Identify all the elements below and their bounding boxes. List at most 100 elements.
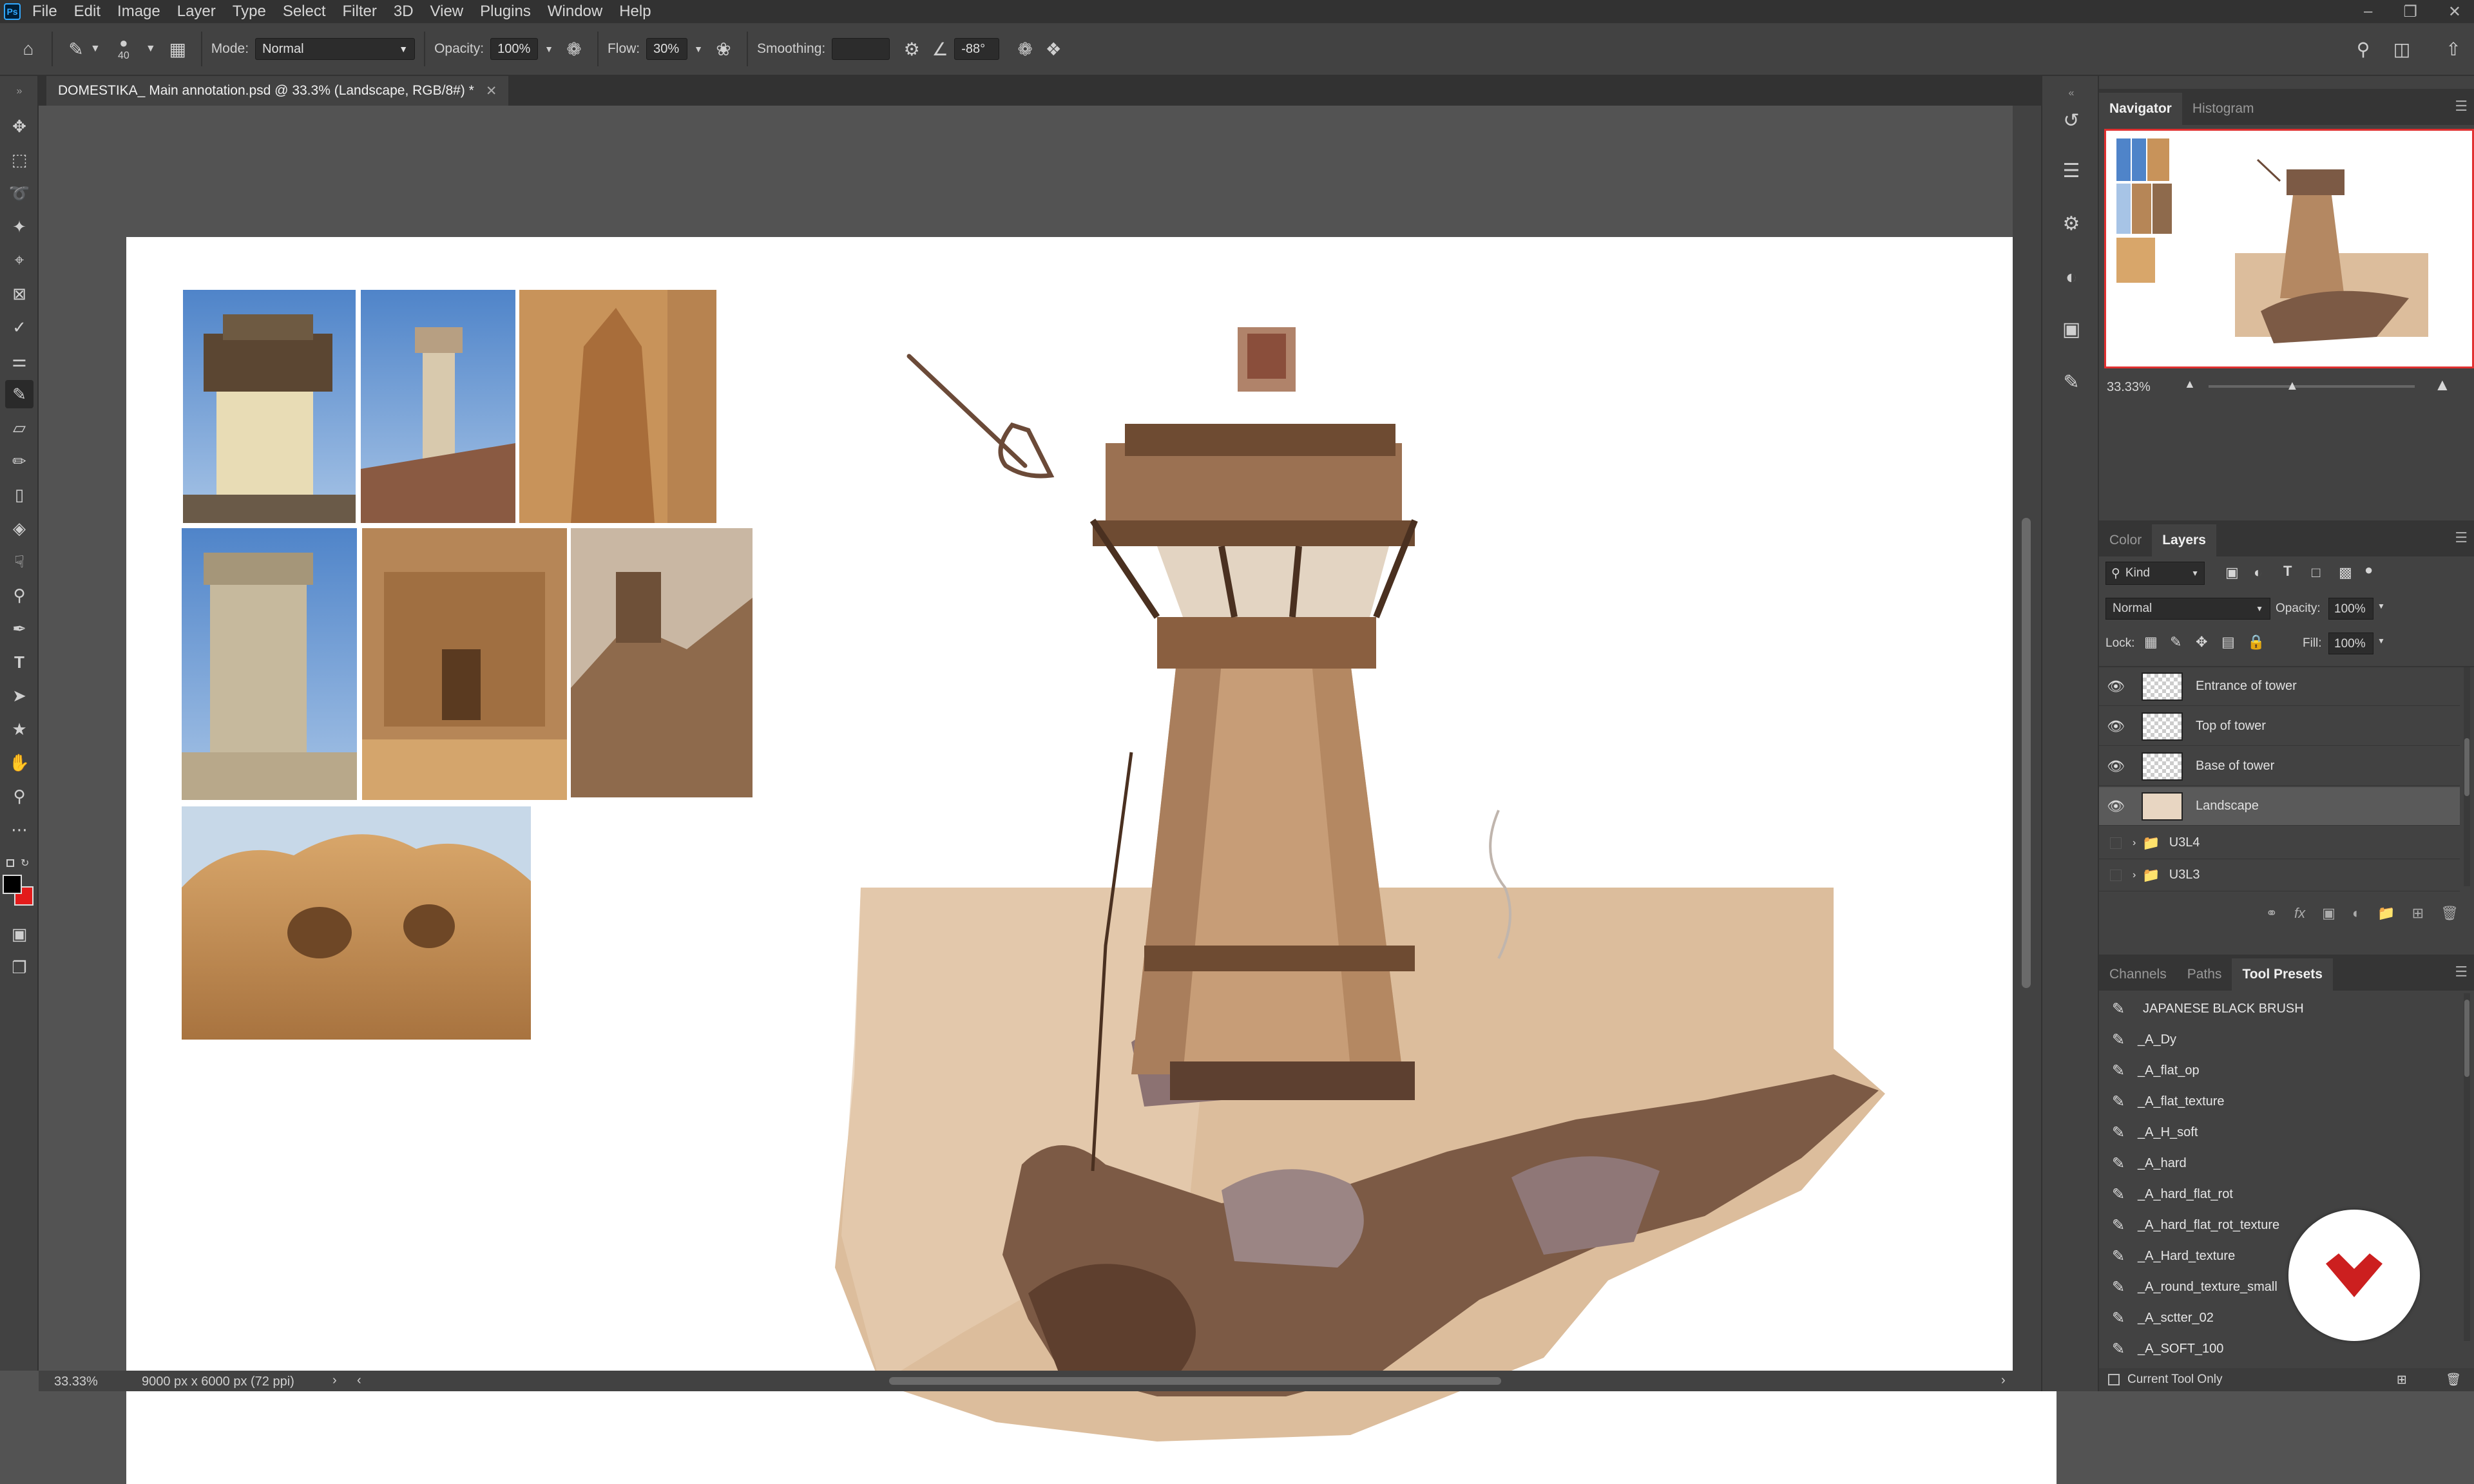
type-tool-icon[interactable]: T <box>5 648 34 676</box>
opacity-input[interactable]: 100% <box>490 38 539 60</box>
preset-item[interactable]: ✎ _A_Dy <box>2099 1024 2460 1055</box>
smudge-tool-icon[interactable]: ☟ <box>5 547 34 576</box>
current-tool-only-checkbox[interactable] <box>2108 1374 2120 1385</box>
mode-select[interactable]: Normal ▼ <box>255 38 416 60</box>
eyedropper-tool-icon[interactable]: ✓ <box>5 313 34 341</box>
filter-toggle-icon[interactable]: ● <box>2364 562 2373 578</box>
chevron-down-icon[interactable]: ▼ <box>544 44 553 54</box>
airbrush-icon[interactable]: ❀ <box>709 35 738 63</box>
navigator-zoom-value[interactable]: 33.33% <box>2107 380 2151 395</box>
trash-icon[interactable]: 🗑 <box>2446 1372 2461 1387</box>
minimize-icon[interactable]: – <box>2364 3 2372 21</box>
tab-color[interactable]: Color <box>2099 524 2152 556</box>
scroll-right-icon[interactable]: › <box>2001 1373 2006 1388</box>
properties-panel-icon[interactable]: ⚙ <box>2057 209 2086 238</box>
menu-edit[interactable]: Edit <box>74 3 101 21</box>
menu-layer[interactable]: Layer <box>177 3 216 21</box>
default-colors-icon[interactable] <box>6 859 14 867</box>
more-tools-icon[interactable]: ⋯ <box>5 815 34 844</box>
move-tool-icon[interactable]: ✥ <box>5 112 34 140</box>
eraser-tool-icon[interactable]: ▯ <box>5 480 34 509</box>
menu-type[interactable]: Type <box>233 3 266 21</box>
fill-input[interactable]: 100% <box>2328 633 2373 654</box>
navigator-preview[interactable] <box>2104 129 2474 368</box>
layer-group-row[interactable]: › 📁 U3L4 <box>2099 827 2460 859</box>
close-tab-icon[interactable]: ✕ <box>486 83 497 99</box>
tab-layers[interactable]: Layers <box>2152 524 2216 556</box>
preset-item[interactable]: ✎ _A_flat_op <box>2099 1055 2460 1086</box>
zoom-slider-handle[interactable]: ▲ <box>2286 379 2299 394</box>
preset-item[interactable]: ✎ _A_hard <box>2099 1148 2460 1179</box>
eye-icon[interactable]: 👁 <box>2099 798 2133 815</box>
lock-transparency-icon[interactable]: ▦ <box>2144 634 2158 651</box>
clone-stamp-tool-icon[interactable]: ▱ <box>5 414 34 442</box>
foreground-color-swatch[interactable] <box>3 875 22 894</box>
filter-pixel-icon[interactable]: ▣ <box>2225 564 2239 581</box>
add-mask-icon[interactable]: ▣ <box>2322 905 2335 922</box>
filter-shape-icon[interactable]: □ <box>2312 564 2320 581</box>
eye-icon[interactable]: 👁 <box>2099 678 2133 695</box>
vertical-scrollbar[interactable] <box>2013 106 2041 1371</box>
tab-tool-presets[interactable]: Tool Presets <box>2232 958 2333 991</box>
chevron-right-icon[interactable]: › <box>2133 870 2136 881</box>
chevron-right-icon[interactable]: › <box>2133 837 2136 849</box>
brush-size-picker[interactable]: ● 40 <box>110 30 138 68</box>
home-icon[interactable]: ⌂ <box>14 35 43 63</box>
swap-colors-icon[interactable]: ↻ <box>21 857 29 870</box>
symmetry-icon[interactable]: ❖ <box>1039 35 1068 63</box>
layer-filter-select[interactable]: ⚲ Kind ▼ <box>2105 562 2205 585</box>
scroll-left-icon[interactable]: ‹ <box>357 1373 361 1388</box>
presets-scrollbar[interactable] <box>2464 993 2470 1341</box>
filter-smart-object-icon[interactable]: ▩ <box>2339 564 2352 581</box>
magic-wand-tool-icon[interactable]: ✦ <box>5 213 34 241</box>
trash-icon[interactable]: 🗑 <box>2440 905 2459 922</box>
lasso-tool-icon[interactable]: ➰ <box>5 179 34 207</box>
preset-item[interactable]: ✎ JAPANESE BLACK BRUSH <box>2099 993 2460 1024</box>
close-window-icon[interactable]: ✕ <box>2448 3 2461 21</box>
eye-icon[interactable]: 👁 <box>2099 718 2133 735</box>
status-zoom[interactable]: 33.33% <box>54 1375 98 1389</box>
layer-row-selected[interactable]: 👁 Landscape <box>2099 787 2460 826</box>
chevron-down-icon[interactable]: ▼ <box>2377 636 2385 645</box>
crop-tool-icon[interactable]: ⌖ <box>5 246 34 274</box>
paint-bucket-tool-icon[interactable]: ◈ <box>5 514 34 542</box>
zoom-in-icon[interactable]: ▲ <box>2434 375 2451 395</box>
eye-icon[interactable]: 👁 <box>2099 758 2133 775</box>
pressure-size-icon[interactable]: ❁ <box>1011 35 1039 63</box>
lock-position-icon[interactable]: ✥ <box>2196 634 2207 651</box>
menu-file[interactable]: File <box>32 3 57 21</box>
menu-3d[interactable]: 3D <box>394 3 414 21</box>
path-selection-tool-icon[interactable]: ➤ <box>5 681 34 710</box>
new-preset-icon[interactable]: ⊞ <box>2397 1373 2407 1387</box>
preset-item[interactable]: ✎ _A_SOFT_100 <box>2099 1333 2460 1364</box>
smoothing-input[interactable] <box>832 38 890 60</box>
chevron-right-icon[interactable]: › <box>332 1373 337 1388</box>
restore-icon[interactable]: ❐ <box>2403 3 2417 21</box>
tab-channels[interactable]: Channels <box>2099 958 2177 991</box>
gear-icon[interactable]: ⚙ <box>897 35 926 63</box>
collapse-panels-icon[interactable]: « <box>2057 79 2086 108</box>
visibility-toggle[interactable] <box>2110 869 2122 881</box>
menu-plugins[interactable]: Plugins <box>480 3 531 21</box>
chevron-down-icon[interactable]: ▼ <box>694 44 703 54</box>
screen-mode-icon[interactable]: ❐ <box>5 953 34 982</box>
chevron-down-icon[interactable]: ▼ <box>146 43 156 55</box>
tab-navigator[interactable]: Navigator <box>2099 93 2182 125</box>
layer-row[interactable]: 👁 Entrance of tower <box>2099 667 2460 706</box>
shape-tool-icon[interactable]: ★ <box>5 715 34 743</box>
preset-item[interactable]: ✎ _A_flat_texture <box>2099 1086 2460 1117</box>
horizontal-scroll-thumb[interactable] <box>889 1377 1501 1385</box>
layer-row[interactable]: 👁 Top of tower <box>2099 707 2460 746</box>
menu-select[interactable]: Select <box>283 3 326 21</box>
visibility-toggle[interactable] <box>2110 837 2122 849</box>
zoom-out-icon[interactable]: ▲ <box>2184 377 2196 391</box>
lock-artboard-icon[interactable]: ▤ <box>2221 634 2235 651</box>
status-doc-size[interactable]: 9000 px x 6000 px (72 ppi) <box>142 1375 294 1389</box>
menu-filter[interactable]: Filter <box>343 3 377 21</box>
menu-image[interactable]: Image <box>117 3 160 21</box>
menu-help[interactable]: Help <box>619 3 651 21</box>
panel-menu-icon[interactable]: ☰ <box>2455 98 2468 115</box>
vertical-scroll-thumb[interactable] <box>2022 518 2031 988</box>
pen-tool-icon[interactable]: ✒ <box>5 614 34 643</box>
brushes-panel-icon[interactable]: ✎ <box>2057 367 2086 397</box>
